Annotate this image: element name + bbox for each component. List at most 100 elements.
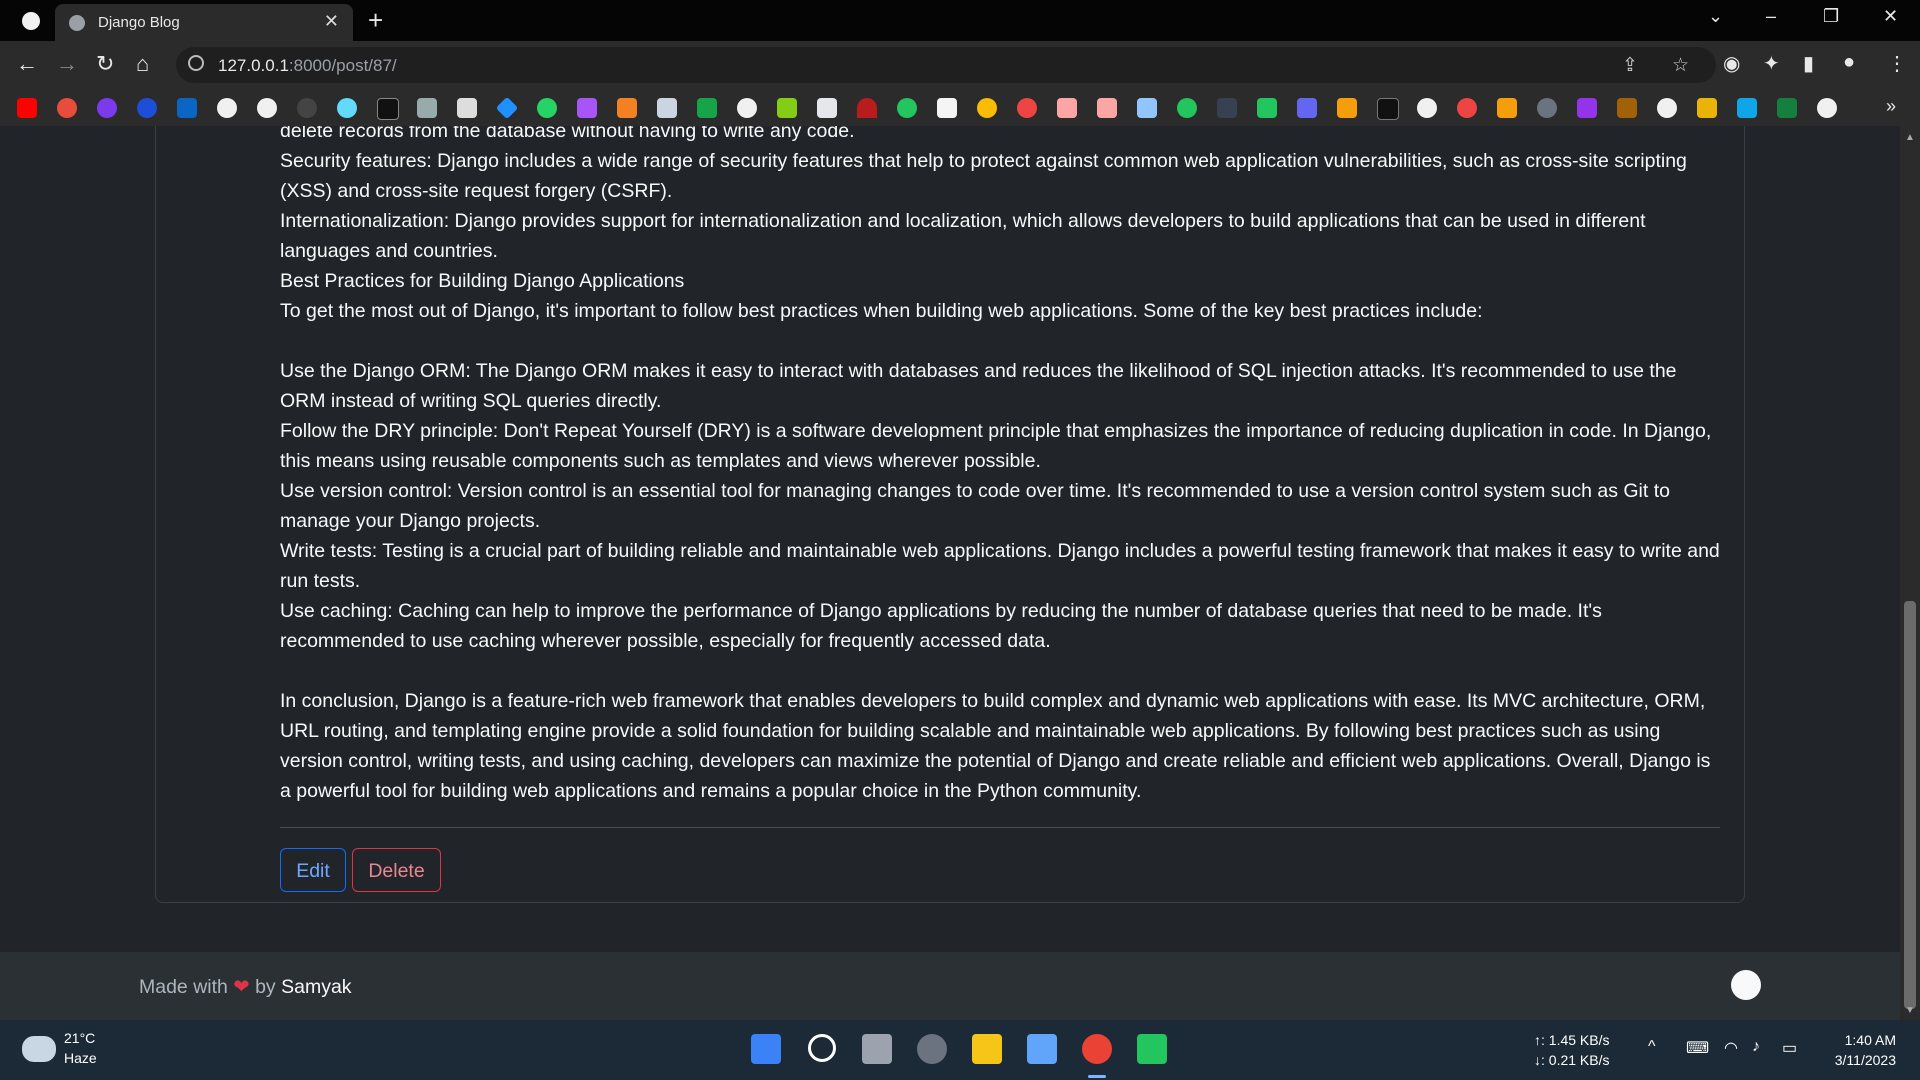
globe-icon[interactable] [1817,98,1837,118]
reload-icon[interactable]: ↻ [96,51,114,77]
android-icon[interactable] [777,98,797,118]
green-square-icon[interactable] [697,98,717,118]
w-icon[interactable] [1537,98,1557,118]
pdf-icon[interactable] [1457,98,1477,118]
close-window-button[interactable]: ✕ [1883,6,1898,27]
wifi-icon[interactable]: ◠ [1724,1038,1738,1058]
gfg-icon[interactable] [1017,98,1037,118]
stack-icon[interactable] [1497,98,1517,118]
keyboard-icon[interactable]: ⌨ [1686,1038,1709,1058]
settings-gear-icon[interactable] [917,1034,947,1064]
page-scrollbar[interactable]: ▲ ▼ [1900,126,1920,1020]
weather-temp: 21°C [64,1030,96,1046]
new-tab-button[interactable]: + [368,5,383,36]
menu-kebab-icon[interactable]: ⋮ [1887,51,1907,76]
start-icon[interactable] [751,1034,781,1064]
chevron-up-icon[interactable]: ^ [1648,1038,1656,1056]
github-icon[interactable] [257,98,277,118]
sync-icon[interactable] [57,98,77,118]
speed-icon[interactable] [857,98,877,118]
extension-icon[interactable]: ◉ [1723,51,1740,76]
extensions-puzzle-icon[interactable]: ✦ [1763,51,1780,76]
react-icon[interactable] [337,98,357,118]
c-icon[interactable] [137,98,157,118]
photos-icon[interactable] [1027,1034,1057,1064]
site-info-icon[interactable] [188,55,204,71]
shield-icon[interactable] [657,98,677,118]
pycharm-icon[interactable] [1137,1034,1167,1064]
globe-icon[interactable] [1657,98,1677,118]
side-panel-icon[interactable]: ▮ [1803,51,1814,76]
printer-icon[interactable] [817,98,837,118]
globe-icon[interactable] [737,98,757,118]
chrome-icon[interactable] [1082,1034,1112,1064]
volume-icon[interactable]: ♪ [1752,1038,1760,1056]
phone-icon[interactable] [1257,98,1277,118]
chrome-icon[interactable] [977,98,997,118]
paragraph: delete records from the database without… [280,126,855,142]
url-text[interactable]: 127.0.0.1:8000/post/87/ [218,56,397,76]
home-icon[interactable]: ⌂ [136,51,149,77]
net-upload: ↑: 1.45 KB/s [1534,1032,1610,1048]
gallery-icon[interactable] [417,98,437,118]
grid-icon[interactable] [1137,98,1157,118]
battery-icon[interactable]: ▭ [1782,1038,1797,1058]
tab-search-icon[interactable]: ⌄ [1708,6,1723,27]
back-icon[interactable]: ← [16,51,38,77]
clock[interactable]: 1:40 AM 3/11/2023 [1826,1030,1896,1070]
link-icon[interactable] [1297,98,1317,118]
code-icon[interactable] [1097,98,1117,118]
youtube-icon[interactable] [17,98,37,118]
globe-icon[interactable] [1417,98,1437,118]
heart-icon: ❤ [233,976,250,998]
delete-button[interactable]: Delete [352,848,441,892]
stackoverflow-icon[interactable] [617,98,637,118]
chevron-icon[interactable] [1697,98,1717,118]
one-icon[interactable] [1217,98,1237,118]
divider [280,827,1720,828]
tab-django-blog[interactable]: Django Blog ✕ [55,4,353,41]
potion-icon[interactable] [457,98,477,118]
globe-icon [69,15,85,31]
edit-button[interactable]: Edit [280,848,346,892]
whatsapp-icon[interactable] [537,98,557,118]
circle-icon[interactable] [897,98,917,118]
profile-icon[interactable] [22,12,40,30]
conclusion-paragraph: In conclusion, Django is a feature-rich … [280,690,1711,802]
code-icon[interactable] [1057,98,1077,118]
restore-button[interactable]: ❐ [1823,6,1839,27]
github-icon[interactable] [1731,970,1761,1000]
hash-icon[interactable] [1577,98,1597,118]
file-explorer-icon[interactable] [972,1034,1002,1064]
hackerrank-icon[interactable] [377,98,399,120]
more-bookmarks-icon[interactable]: » [1886,96,1896,117]
search-icon[interactable] [808,1034,836,1062]
share-icon[interactable]: ⇪ [1622,54,1638,77]
diamond-icon[interactable] [495,96,519,120]
url-host: 127.0.0.1 [218,56,289,75]
scroll-down-icon[interactable]: ▼ [1905,1005,1915,1016]
gfg-icon[interactable] [1777,98,1797,118]
linkedin-icon[interactable] [177,98,197,118]
close-tab-icon[interactable]: ✕ [324,11,339,32]
github-icon[interactable] [217,98,237,118]
folder-icon[interactable] [1377,98,1399,120]
task-view-icon[interactable] [862,1034,892,1064]
minimize-button[interactable]: – [1766,6,1776,27]
avatar[interactable]: ● [1843,51,1855,74]
github-icon[interactable] [297,98,317,118]
upwork-icon[interactable] [97,98,117,118]
bookmark-star-icon[interactable]: ☆ [1672,54,1689,77]
scroll-up-icon[interactable]: ▲ [1905,132,1915,143]
dashboard-icon[interactable] [1337,98,1357,118]
forward-icon[interactable]: → [56,51,78,77]
s-blue-icon[interactable] [1737,98,1757,118]
paragraph: To get the most out of Django, it's impo… [280,300,1483,322]
wikipedia-icon[interactable] [937,98,957,118]
scrollbar-thumb[interactable] [1904,601,1916,1009]
address-bar[interactable]: 127.0.0.1:8000/post/87/ ⇪ ☆ [176,47,1716,83]
s-icon[interactable] [1177,98,1197,118]
hexagon-icon[interactable] [577,98,597,118]
table-icon[interactable] [1617,98,1637,118]
